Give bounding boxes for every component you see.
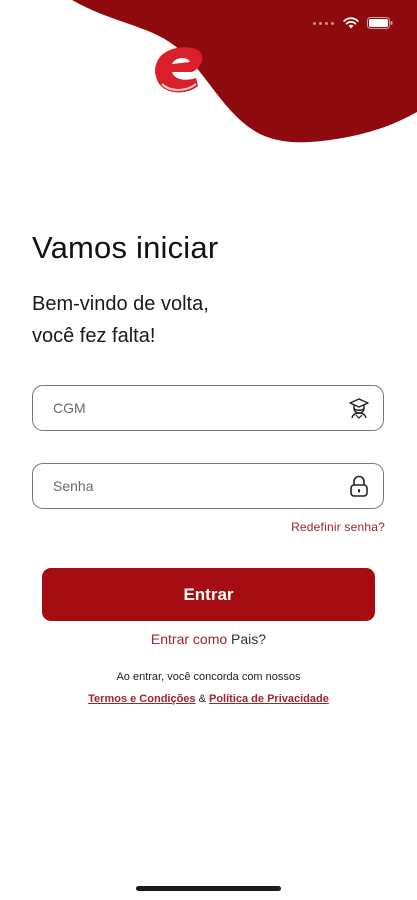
cgm-input[interactable] [33, 386, 347, 430]
wifi-icon [343, 17, 359, 29]
parents-login-suffix[interactable]: Pais? [231, 631, 266, 647]
battery-icon [367, 17, 393, 29]
terms-separator: & [195, 693, 209, 705]
e-logo [155, 47, 203, 93]
welcome-line-2: você fez falta! [32, 325, 156, 347]
signal-dots [313, 18, 335, 28]
forgot-password-link[interactable]: Redefinir senha? [291, 520, 385, 534]
password-input[interactable] [33, 464, 347, 508]
terms-link[interactable]: Termos e Condições [88, 693, 195, 705]
terms-links: Termos e Condições & Política de Privaci… [0, 693, 417, 705]
page-title: Vamos iniciar [32, 230, 219, 265]
cgm-field[interactable] [32, 385, 384, 431]
enter-button[interactable]: Entrar [42, 568, 375, 621]
student-icon [347, 396, 371, 420]
home-indicator[interactable] [136, 886, 281, 891]
status-bar [313, 14, 393, 32]
lock-icon[interactable] [347, 474, 371, 498]
welcome-message: Bem-vindo de volta, você fez falta! [32, 288, 392, 352]
privacy-link[interactable]: Política de Privacidade [209, 693, 329, 705]
terms-notice: Ao entrar, você concorda com nossos [116, 671, 301, 683]
parents-login-prefix[interactable]: Entrar como [151, 631, 231, 647]
password-field[interactable] [32, 463, 384, 509]
login-screen: Vamos iniciar Bem-vindo de volta, você f… [0, 0, 417, 900]
parents-login[interactable]: Entrar como Pais? [0, 631, 417, 647]
welcome-line-1: Bem-vindo de volta, [32, 293, 209, 315]
